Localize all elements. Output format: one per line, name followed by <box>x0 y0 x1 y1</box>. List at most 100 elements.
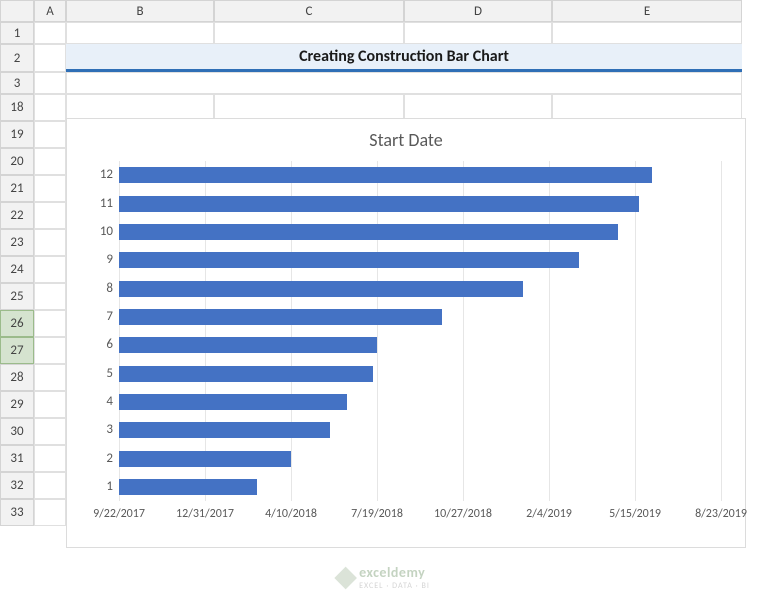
row-header-3[interactable]: 3 <box>0 72 34 94</box>
col-header-A[interactable]: A <box>34 0 66 22</box>
cell[interactable] <box>34 283 66 310</box>
x-tick-label: 9/22/2017 <box>93 507 145 521</box>
chart-bar <box>119 366 373 382</box>
cell[interactable] <box>404 22 552 44</box>
watermark-logo-icon <box>334 566 357 589</box>
chart-bar <box>119 252 579 268</box>
row-header-28[interactable]: 28 <box>0 364 34 391</box>
cell[interactable] <box>34 44 66 72</box>
chart-x-axis: 9/22/201712/31/20174/10/20187/19/201810/… <box>119 501 721 531</box>
chart-bar-row: 8 <box>119 281 721 297</box>
chart-bar-row: 5 <box>119 366 721 382</box>
cell[interactable] <box>34 391 66 418</box>
row-header-23[interactable]: 23 <box>0 229 34 256</box>
cell[interactable] <box>34 337 66 364</box>
chart-bar-row: 2 <box>119 451 721 467</box>
row-header-29[interactable]: 29 <box>0 391 34 418</box>
chart-bar <box>119 196 639 212</box>
row-header-1[interactable]: 1 <box>0 22 34 44</box>
chart-bar <box>119 337 377 353</box>
y-category-label: 1 <box>89 479 113 495</box>
cell[interactable] <box>214 22 404 44</box>
chart-bar-row: 6 <box>119 337 721 353</box>
row-header-25[interactable]: 25 <box>0 283 34 310</box>
chart-bar-row: 9 <box>119 252 721 268</box>
col-header-D[interactable]: D <box>404 0 552 22</box>
watermark: exceldemy EXCEL · DATA · BI <box>337 564 430 591</box>
x-tick-label: 12/31/2017 <box>176 507 234 521</box>
row-header-22[interactable]: 22 <box>0 202 34 229</box>
row-header-2[interactable]: 2 <box>0 44 34 72</box>
row-header-31[interactable]: 31 <box>0 445 34 472</box>
chart-bar-row: 12 <box>119 167 721 183</box>
cell[interactable] <box>34 256 66 283</box>
chart-bar-row: 1 <box>119 479 721 495</box>
cell[interactable] <box>34 229 66 256</box>
y-category-label: 2 <box>89 451 113 467</box>
cell[interactable] <box>34 121 66 148</box>
y-category-label: 11 <box>89 196 113 212</box>
cell[interactable] <box>34 72 66 94</box>
cell[interactable] <box>34 445 66 472</box>
watermark-brand: exceldemy <box>359 564 430 581</box>
watermark-tagline: EXCEL · DATA · BI <box>359 581 430 591</box>
chart-bar-row: 11 <box>119 196 721 212</box>
cell[interactable] <box>552 22 742 44</box>
row-header-21[interactable]: 21 <box>0 175 34 202</box>
chart-bar <box>119 281 523 297</box>
col-header-E[interactable]: E <box>552 0 742 22</box>
x-tick-label: 2/4/2019 <box>526 507 572 521</box>
cell[interactable] <box>34 202 66 229</box>
row-header-24[interactable]: 24 <box>0 256 34 283</box>
col-header-B[interactable]: B <box>66 0 214 22</box>
row-header-26[interactable]: 26 <box>0 310 34 337</box>
col-header-C[interactable]: C <box>214 0 404 22</box>
x-tick-label: 7/19/2018 <box>351 507 403 521</box>
cell[interactable] <box>34 364 66 391</box>
y-category-label: 8 <box>89 281 113 297</box>
cell[interactable] <box>34 418 66 445</box>
cell[interactable] <box>66 94 214 121</box>
row-header-32[interactable]: 32 <box>0 472 34 499</box>
cell[interactable] <box>214 94 404 121</box>
y-category-label: 5 <box>89 366 113 382</box>
cell[interactable] <box>34 22 66 44</box>
cell[interactable] <box>34 472 66 499</box>
chart-gridline <box>721 161 722 501</box>
x-tick-label: 4/10/2018 <box>265 507 317 521</box>
x-tick-label: 5/15/2019 <box>609 507 661 521</box>
select-all-corner[interactable] <box>0 0 34 22</box>
cell[interactable] <box>34 175 66 202</box>
cell[interactable] <box>66 22 214 44</box>
chart-bar <box>119 167 652 183</box>
cell[interactable] <box>34 499 66 526</box>
chart-bar-row: 7 <box>119 309 721 325</box>
row-header-19[interactable]: 19 <box>0 121 34 148</box>
y-category-label: 12 <box>89 167 113 183</box>
cell[interactable] <box>34 148 66 175</box>
chart-object[interactable]: Start Date 121110987654321 9/22/201712/3… <box>66 118 746 548</box>
cell[interactable] <box>404 94 552 121</box>
chart-bar <box>119 394 347 410</box>
row-header-33[interactable]: 33 <box>0 499 34 526</box>
y-category-label: 6 <box>89 337 113 353</box>
cell[interactable] <box>34 310 66 337</box>
chart-bar-row: 4 <box>119 394 721 410</box>
cell[interactable] <box>34 94 66 121</box>
cell[interactable] <box>552 94 742 121</box>
cell[interactable] <box>66 72 742 94</box>
row-header-27[interactable]: 27 <box>0 337 34 364</box>
row-header-20[interactable]: 20 <box>0 148 34 175</box>
row-header-30[interactable]: 30 <box>0 418 34 445</box>
chart-bar <box>119 422 330 438</box>
page-title-banner: Creating Construction Bar Chart <box>66 44 742 72</box>
x-tick-label: 8/23/2019 <box>695 507 747 521</box>
chart-bar-row: 3 <box>119 422 721 438</box>
chart-plot-area: 12 11 10 9 8 7 6 5 4 3 2 1 <box>119 161 721 501</box>
row-header-18[interactable]: 18 <box>0 94 34 121</box>
chart-bar <box>119 479 257 495</box>
y-category-label: 10 <box>89 224 113 240</box>
chart-bar <box>119 309 442 325</box>
y-category-label: 7 <box>89 309 113 325</box>
chart-bar-row: 10 <box>119 224 721 240</box>
